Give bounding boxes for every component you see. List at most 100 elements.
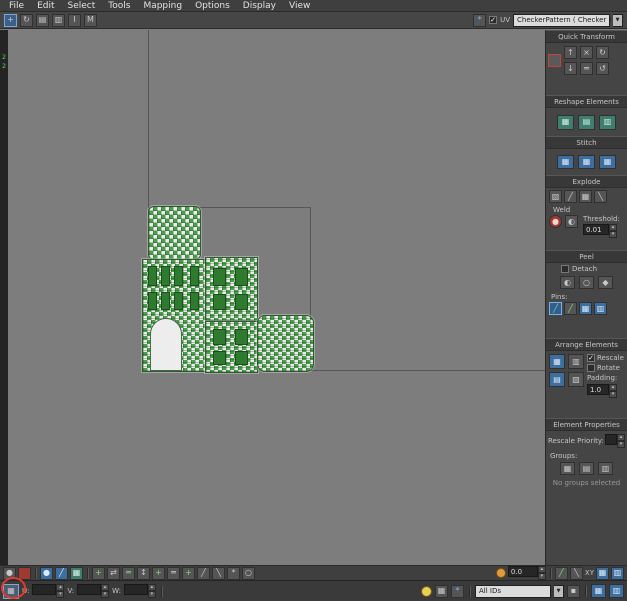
detach-edge-verts-icon[interactable]: ╱	[564, 190, 577, 203]
eraser-icon[interactable]: ○	[242, 566, 255, 580]
rescale-priority-field[interactable]	[605, 434, 617, 445]
menu-mapping[interactable]: Mapping	[143, 0, 182, 12]
select-element-icon[interactable]: +	[92, 566, 105, 580]
material-id-dropdown[interactable]: All IDs	[475, 584, 551, 598]
rotate-tool-icon[interactable]: ↻	[20, 13, 33, 27]
texel-density-icon[interactable]: ▥	[609, 584, 624, 598]
snap-center-icon[interactable]: +	[182, 566, 195, 580]
move-tool-icon[interactable]: +	[4, 13, 17, 27]
delete-icon[interactable]: ×	[580, 46, 593, 59]
stitch-source-icon[interactable]: ▦	[578, 155, 595, 169]
edit-pivot-icon[interactable]: ╲	[569, 566, 583, 580]
mirror-u-icon[interactable]: I	[68, 13, 81, 27]
mirror-v-icon[interactable]: M	[84, 13, 97, 27]
uv-island-wall-lower[interactable]	[205, 321, 258, 373]
spinner-down-icon[interactable]: ▾	[537, 573, 546, 580]
scale-tool-icon[interactable]: ▤	[36, 13, 49, 27]
align-vertical-icon[interactable]: ↕	[137, 566, 150, 580]
polygon-mode-icon[interactable]: ▦	[70, 566, 83, 580]
rotate-ccw-icon[interactable]: ↺	[596, 62, 609, 75]
show-grid-icon[interactable]: ▦	[435, 584, 448, 598]
rescale-checkbox[interactable]: ✓	[587, 354, 595, 362]
unpin-tool-icon[interactable]: ╱	[564, 302, 577, 315]
uv-island-roof[interactable]	[148, 206, 201, 260]
stitch-target-icon[interactable]: ▦	[599, 155, 616, 169]
relax-brush-icon[interactable]: ╲	[212, 566, 225, 580]
stitch-custom-icon[interactable]: ▦	[557, 155, 574, 169]
menu-view[interactable]: View	[289, 0, 310, 12]
section-quick-transform[interactable]: Quick Transform	[546, 30, 627, 43]
padding-spinner[interactable]: ▴ ▾	[609, 384, 617, 398]
group-delete-icon[interactable]: ▥	[598, 462, 613, 475]
menu-display[interactable]: Display	[243, 0, 276, 12]
spinner-down-icon[interactable]: ▾	[617, 441, 625, 448]
spinner-down-icon[interactable]: ▾	[56, 591, 65, 598]
w-field[interactable]	[123, 584, 148, 595]
v-field[interactable]	[77, 584, 102, 595]
uv-island-wall-upper[interactable]	[205, 257, 258, 321]
detach-checkbox[interactable]	[561, 265, 569, 273]
vw-space-icon[interactable]: ▥	[611, 566, 624, 580]
show-map-checkbox[interactable]: ✓	[489, 16, 498, 24]
weld-target-icon[interactable]: ●	[549, 215, 562, 228]
edge-mode-icon[interactable]: ╱	[55, 566, 68, 580]
snap-snowflake-icon[interactable]: *	[473, 13, 487, 27]
pack-custom-icon[interactable]: ▤	[549, 372, 565, 387]
menu-file[interactable]: File	[9, 0, 24, 12]
relax-tool-icon[interactable]: ▥	[599, 114, 616, 130]
pin-tool-icon[interactable]: ╱	[549, 302, 562, 315]
uv-island-facade[interactable]	[142, 259, 208, 372]
section-arrange-elements[interactable]: Arrange Elements	[546, 338, 627, 351]
uv-space-icon[interactable]: ▦	[596, 566, 609, 580]
explode-to-elements-icon[interactable]: ╲	[594, 190, 607, 203]
material-id-dropdown-arrow-icon[interactable]: ▼	[554, 584, 564, 598]
rotate-cw-icon[interactable]: ↻	[596, 46, 609, 59]
spinner-up-icon[interactable]: ▴	[101, 584, 110, 591]
edit-seams-icon[interactable]: ◆	[598, 276, 613, 289]
update-map-icon[interactable]	[421, 585, 432, 597]
rotate-checkbox[interactable]	[587, 364, 595, 372]
group-select-icon[interactable]: ▤	[579, 462, 594, 475]
spinner-up-icon[interactable]: ▴	[537, 566, 546, 573]
menu-edit[interactable]: Edit	[37, 0, 54, 12]
weld-selected-icon[interactable]: ◐	[565, 215, 578, 228]
angle-spinner[interactable]: ▴ ▾	[537, 566, 546, 580]
spinner-up-icon[interactable]: ▴	[617, 434, 625, 441]
paint-brush-icon[interactable]: ╱	[197, 566, 210, 580]
menu-options[interactable]: Options	[195, 0, 230, 12]
pin-brush-icon[interactable]: *	[227, 566, 240, 580]
move-selected-icon[interactable]: +	[152, 566, 165, 580]
uv-editor-canvas[interactable]	[8, 30, 545, 565]
pivot-button[interactable]	[548, 54, 561, 67]
spinner-down-icon[interactable]: ▾	[609, 231, 617, 238]
menu-select[interactable]: Select	[68, 0, 96, 12]
u-field[interactable]	[32, 584, 57, 595]
pin-moved-icon[interactable]: ▦	[579, 302, 592, 315]
section-element-properties[interactable]: Element Properties	[546, 418, 627, 431]
align-up-icon[interactable]: ↑	[564, 46, 577, 59]
spinner-up-icon[interactable]: ▴	[56, 584, 65, 591]
section-peel[interactable]: Peel	[546, 250, 627, 263]
group-create-icon[interactable]: ▦	[560, 462, 575, 475]
texture-pattern-dropdown[interactable]: CheckerPattern ( Checker )	[513, 13, 611, 27]
section-explode[interactable]: Explode	[546, 175, 627, 188]
padding-field[interactable]: 1.0	[587, 384, 609, 395]
spinner-down-icon[interactable]: ▾	[147, 591, 156, 598]
angle-snap-icon[interactable]	[495, 568, 506, 578]
grow-selection-icon[interactable]: ⇄	[107, 566, 120, 580]
threshold-field[interactable]: 0.01	[583, 224, 609, 235]
angle-field[interactable]: 0.0	[507, 566, 538, 577]
straighten-selection-icon[interactable]: ▦	[557, 114, 574, 130]
section-reshape-elements[interactable]: Reshape Elements	[546, 95, 627, 108]
unpin-all-icon[interactable]: ▥	[594, 302, 607, 315]
pack-normalize-icon[interactable]: ▦	[549, 354, 565, 369]
spinner-down-icon[interactable]: ▾	[101, 591, 110, 598]
threshold-spinner[interactable]: ▴ ▾	[609, 224, 617, 238]
align-horizontal-icon[interactable]: ═	[122, 566, 135, 580]
w-spinner[interactable]: ▴ ▾	[147, 584, 156, 598]
vertex-mode-icon[interactable]: ●	[40, 566, 53, 580]
v-spinner[interactable]: ▴ ▾	[101, 584, 110, 598]
uv-island-side[interactable]	[257, 315, 314, 372]
spinner-up-icon[interactable]: ▴	[609, 224, 617, 231]
spinner-down-icon[interactable]: ▾	[609, 391, 617, 398]
